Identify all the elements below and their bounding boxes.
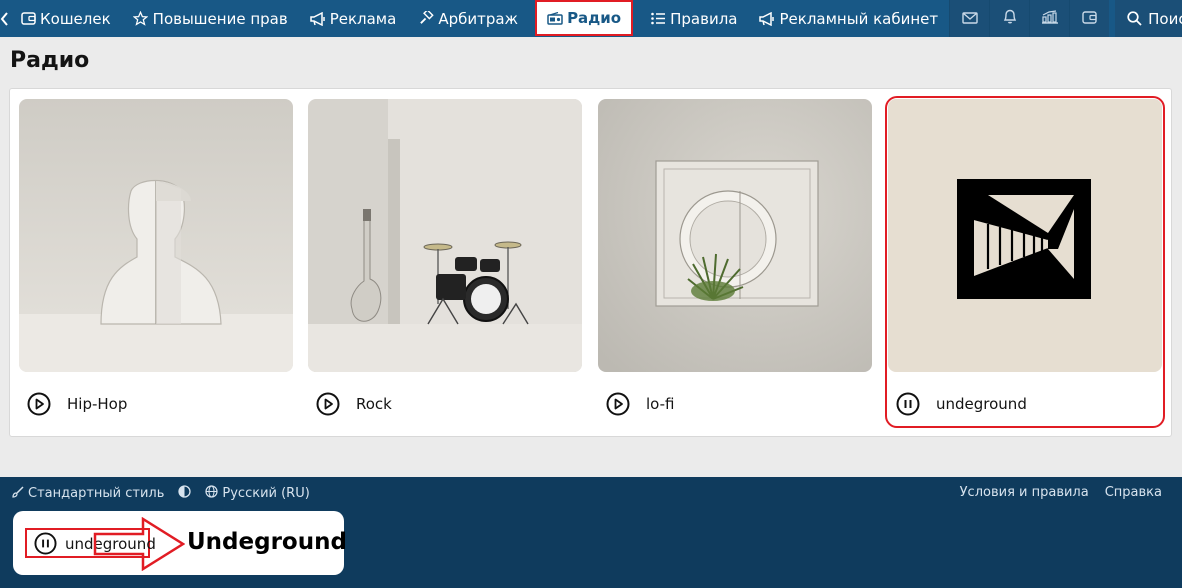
pause-circle-icon bbox=[34, 532, 57, 559]
contrast-icon bbox=[178, 485, 192, 502]
envelope-icon bbox=[961, 10, 978, 28]
nav-item-arbitration[interactable]: Арбитраж bbox=[407, 0, 529, 37]
mini-player-callout: undeground Undeground bbox=[13, 511, 347, 575]
wallet-button[interactable] bbox=[1069, 0, 1110, 37]
station-card-rock[interactable]: Rock bbox=[308, 99, 582, 425]
station-label: Rock bbox=[356, 395, 392, 413]
list-icon bbox=[650, 11, 666, 27]
paintbrush-icon bbox=[12, 485, 24, 502]
station-label: undeground bbox=[936, 395, 1027, 413]
wallet-icon bbox=[20, 11, 36, 27]
station-artwork-lofi bbox=[598, 99, 872, 372]
inbox-button[interactable] bbox=[949, 0, 990, 37]
page-title: Радио bbox=[10, 48, 90, 73]
nav-item-wallet[interactable]: Кошелек bbox=[9, 0, 122, 37]
nav-item-label: Кошелек bbox=[40, 9, 111, 28]
nav-right-group: Поиск bbox=[949, 0, 1182, 37]
gavel-icon bbox=[418, 11, 434, 27]
chart-icon bbox=[1041, 9, 1059, 28]
search-button[interactable]: Поиск bbox=[1115, 0, 1182, 37]
language-label: Русский (RU) bbox=[222, 486, 310, 501]
play-circle-icon bbox=[606, 392, 630, 420]
play-button[interactable] bbox=[606, 392, 630, 416]
stats-button[interactable] bbox=[1029, 0, 1070, 37]
annotation-arrow-icon bbox=[93, 516, 186, 575]
pause-circle-icon bbox=[896, 392, 920, 420]
style-chooser-link[interactable]: Стандартный стиль bbox=[12, 485, 165, 502]
station-card-hiphop[interactable]: Hip-Hop bbox=[19, 99, 293, 425]
language-chooser-link[interactable]: Русский (RU) bbox=[205, 485, 310, 502]
station-card-underground[interactable]: undeground bbox=[885, 96, 1165, 428]
stations-panel: Hip-Hop Rock lo-fi undeground bbox=[9, 88, 1172, 437]
radio-icon bbox=[547, 10, 563, 26]
nav-item-label: Арбитраж bbox=[438, 9, 519, 28]
back-chevron-icon[interactable] bbox=[0, 0, 9, 37]
station-card-lofi[interactable]: lo-fi bbox=[598, 99, 872, 425]
nav-item-ad-cabinet[interactable]: Рекламный кабинет bbox=[748, 0, 949, 37]
nav-item-label: Правила bbox=[670, 9, 738, 28]
nav-item-privileges[interactable]: Повышение прав bbox=[122, 0, 299, 37]
nav-item-ads[interactable]: Реклама bbox=[299, 0, 408, 37]
nav-item-label: Реклама bbox=[329, 9, 397, 28]
station-artwork-underground bbox=[888, 99, 1162, 372]
station-artwork-hiphop bbox=[19, 99, 293, 372]
station-label: Hip-Hop bbox=[67, 395, 128, 413]
play-circle-icon bbox=[316, 392, 340, 420]
wallet-icon bbox=[1082, 10, 1097, 28]
station-label: lo-fi bbox=[646, 395, 675, 413]
megaphone-icon bbox=[759, 11, 775, 27]
search-icon bbox=[1127, 11, 1142, 26]
nav-item-label: Повышение прав bbox=[152, 9, 288, 28]
nav-item-label: Рекламный кабинет bbox=[779, 9, 939, 28]
bell-icon bbox=[1003, 9, 1017, 28]
star-icon bbox=[133, 11, 149, 27]
mini-player-pause-button[interactable] bbox=[34, 532, 57, 555]
help-link[interactable]: Справка bbox=[1105, 485, 1162, 500]
callout-title: Undeground bbox=[187, 529, 347, 555]
play-circle-icon bbox=[27, 392, 51, 420]
terms-link[interactable]: Условия и правила bbox=[960, 485, 1089, 500]
pause-button[interactable] bbox=[896, 392, 920, 416]
theme-toggle[interactable] bbox=[178, 485, 192, 502]
play-button[interactable] bbox=[27, 392, 51, 416]
top-navigation: Кошелек Повышение прав Реклама Арбитраж … bbox=[0, 0, 1182, 37]
nav-item-radio[interactable]: Радио bbox=[535, 0, 634, 36]
alerts-button[interactable] bbox=[989, 0, 1030, 37]
megaphone-icon bbox=[309, 11, 326, 27]
nav-item-label: Радио bbox=[567, 9, 622, 27]
globe-icon bbox=[205, 485, 218, 502]
style-label: Стандартный стиль bbox=[28, 486, 165, 501]
station-artwork-rock bbox=[308, 99, 582, 372]
search-label: Поиск bbox=[1148, 9, 1182, 28]
nav-item-rules[interactable]: Правила bbox=[639, 0, 748, 37]
play-button[interactable] bbox=[316, 392, 340, 416]
